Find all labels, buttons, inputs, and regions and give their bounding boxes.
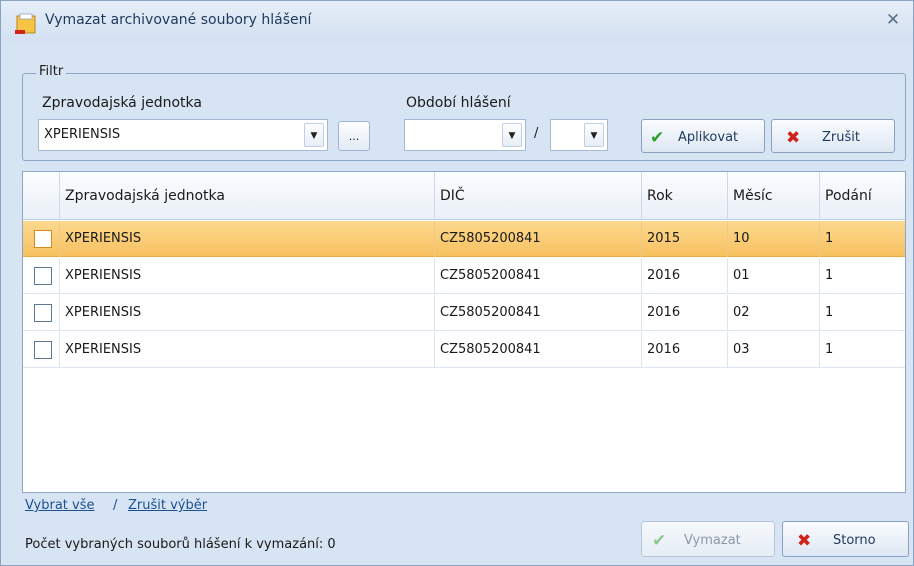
unit-combobox[interactable]: XPERIENSIS ▼ (38, 119, 328, 151)
cell-unit: XPERIENSIS (60, 221, 435, 257)
red-x-icon: ✖ (797, 531, 812, 551)
row-checkbox[interactable] (34, 304, 52, 322)
row-checkbox-cell (23, 258, 60, 294)
row-checkbox[interactable] (34, 341, 52, 359)
cell-month: 02 (728, 295, 820, 331)
row-checkbox[interactable] (34, 230, 52, 248)
chevron-down-icon[interactable]: ▼ (502, 123, 522, 147)
cell-dic: CZ5805200841 (435, 332, 642, 368)
cell-month: 10 (728, 221, 820, 257)
cell-dic: CZ5805200841 (435, 221, 642, 257)
title-bar: Vymazat archivované soubory hlášení ✕ (1, 1, 913, 41)
apply-button[interactable]: ✔ Aplikovat (641, 119, 765, 153)
checkmark-icon: ✔ (650, 128, 665, 148)
period-separator: / (534, 126, 539, 141)
filter-legend: Filtr (36, 64, 67, 79)
report-folder-icon (15, 13, 36, 34)
header-dic[interactable]: DIČ (435, 172, 642, 220)
cell-unit: XPERIENSIS (60, 332, 435, 368)
storno-button[interactable]: ✖ Storno (782, 521, 909, 557)
dialog-window: Vymazat archivované soubory hlášení ✕ Fi… (0, 0, 914, 566)
header-checkbox-column (23, 172, 60, 220)
row-checkbox-cell (23, 332, 60, 368)
chevron-down-icon[interactable]: ▼ (584, 123, 604, 147)
table-row[interactable]: XPERIENSIS CZ5805200841 2016 03 1 (23, 332, 905, 368)
cell-year: 2015 (642, 221, 728, 257)
row-checkbox-cell (23, 295, 60, 331)
table-row[interactable]: XPERIENSIS CZ5805200841 2016 01 1 (23, 258, 905, 294)
row-checkbox-cell (23, 221, 60, 257)
month-combobox[interactable]: ▼ (550, 119, 608, 151)
period-label: Období hlášení (406, 95, 511, 111)
reports-grid: Zpravodajská jednotka DIČ Rok Měsíc Podá… (22, 171, 906, 493)
apply-button-label: Aplikovat (678, 130, 739, 145)
cell-unit: XPERIENSIS (60, 258, 435, 294)
header-unit[interactable]: Zpravodajská jednotka (60, 172, 435, 220)
window-title: Vymazat archivované soubory hlášení (45, 12, 312, 28)
header-month[interactable]: Měsíc (728, 172, 820, 220)
cell-submission: 1 (825, 305, 834, 320)
filter-cancel-button[interactable]: ✖ Zrušit (771, 119, 895, 153)
table-row[interactable]: XPERIENSIS CZ5805200841 2016 02 1 (23, 295, 905, 331)
delete-button-label: Vymazat (684, 533, 741, 548)
red-x-icon: ✖ (786, 128, 801, 148)
header-year[interactable]: Rok (642, 172, 728, 220)
cell-month: 01 (728, 258, 820, 294)
browse-button[interactable]: ... (338, 121, 370, 151)
cell-dic: CZ5805200841 (435, 295, 642, 331)
selected-count-text: Počet vybraných souborů hlášení k vymazá… (25, 537, 336, 552)
cell-month: 03 (728, 332, 820, 368)
header-submission[interactable]: Podání (820, 172, 905, 220)
cell-submission: 1 (825, 342, 834, 357)
filter-cancel-label: Zrušit (822, 130, 860, 145)
link-separator: / (113, 498, 118, 513)
cell-dic: CZ5805200841 (435, 258, 642, 294)
cell-unit: XPERIENSIS (60, 295, 435, 331)
checkmark-icon: ✔ (652, 531, 667, 551)
chevron-down-icon[interactable]: ▼ (304, 123, 324, 147)
grid-header: Zpravodajská jednotka DIČ Rok Měsíc Podá… (23, 172, 905, 220)
select-all-link[interactable]: Vybrat vše (25, 498, 95, 513)
cell-year: 2016 (642, 332, 728, 368)
cell-year: 2016 (642, 295, 728, 331)
unit-label: Zpravodajská jednotka (42, 95, 202, 111)
cell-year: 2016 (642, 258, 728, 294)
table-row[interactable]: XPERIENSIS CZ5805200841 2015 10 1 (23, 221, 905, 257)
storno-button-label: Storno (833, 533, 876, 548)
row-checkbox[interactable] (34, 267, 52, 285)
year-combobox[interactable]: ▼ (404, 119, 526, 151)
cell-submission: 1 (825, 268, 834, 283)
cell-submission: 1 (825, 231, 834, 246)
unit-combobox-value: XPERIENSIS (44, 127, 121, 142)
clear-selection-link[interactable]: Zrušit výběr (128, 498, 207, 513)
close-icon[interactable]: ✕ (881, 9, 905, 31)
delete-button[interactable]: ✔ Vymazat (641, 521, 775, 557)
